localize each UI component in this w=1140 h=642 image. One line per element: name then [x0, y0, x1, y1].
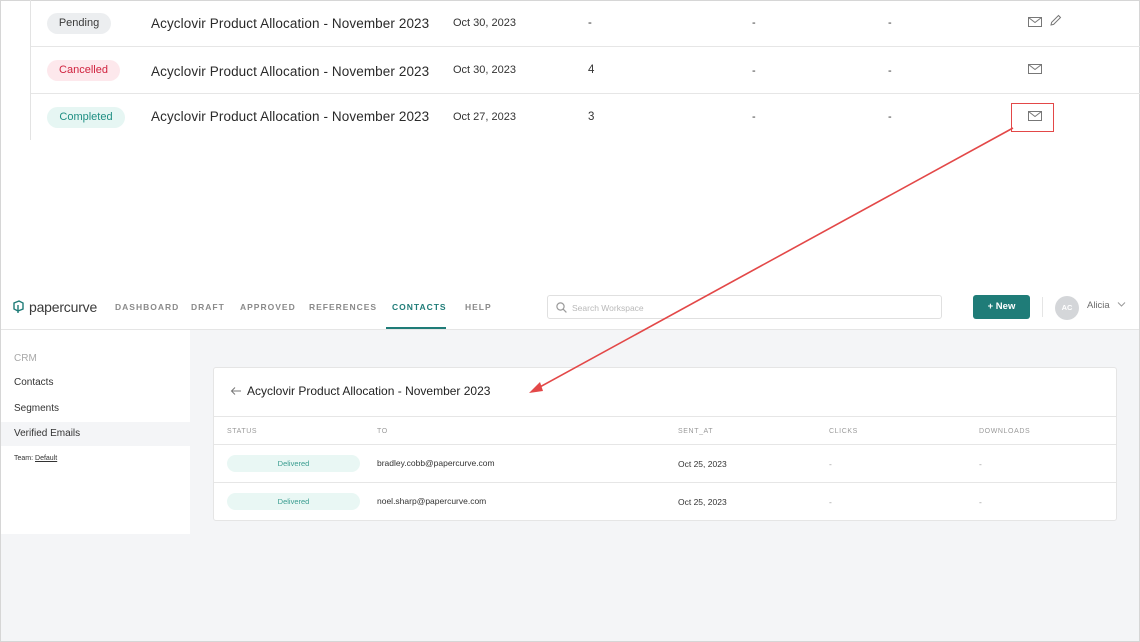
nav-references[interactable]: REFERENCES	[309, 302, 377, 312]
clicks-value: -	[829, 497, 832, 507]
sidebar-item-segments[interactable]: Segments	[1, 397, 190, 421]
document-date: Oct 27, 2023	[453, 111, 516, 123]
nav-approved[interactable]: APPROVED	[240, 302, 296, 312]
column-header-clicks: CLICKS	[829, 428, 858, 435]
logo-icon	[13, 300, 24, 313]
downloads-value: -	[979, 497, 982, 507]
table-cell: -	[752, 65, 756, 77]
sent-at: Oct 25, 2023	[678, 459, 727, 469]
document-name[interactable]: Acyclovir Product Allocation - November …	[151, 16, 429, 31]
column-header-sent-at: SENT_AT	[678, 428, 714, 435]
clicks-value: -	[829, 459, 832, 469]
divider	[214, 416, 1116, 417]
logo-text: papercurve	[29, 299, 98, 315]
status-badge: Pending	[47, 13, 111, 34]
delivered-badge: Delivered	[227, 455, 360, 472]
nav-dashboard[interactable]: DASHBOARD	[115, 302, 179, 312]
column-header-to: TO	[377, 428, 388, 435]
mail-icon[interactable]	[1028, 64, 1042, 74]
team-label: Team:	[14, 455, 34, 462]
new-button[interactable]: + New	[973, 295, 1030, 319]
email-detail-card: Acyclovir Product Allocation - November …	[213, 367, 1117, 521]
highlight-box	[1011, 103, 1054, 132]
divider	[214, 444, 1116, 445]
search-input[interactable]	[572, 300, 932, 316]
recipient-count: 4	[588, 64, 595, 76]
app-header: papercurve DASHBOARD DRAFT APPROVED REFE…	[1, 285, 1139, 330]
recipient-email: noel.sharp@papercurve.com	[377, 496, 487, 506]
column-header-downloads: DOWNLOADS	[979, 428, 1031, 435]
recipient-count: -	[588, 17, 592, 29]
team-link[interactable]: Default	[35, 455, 57, 462]
table-row[interactable]: Cancelled Acyclovir Product Allocation -…	[31, 47, 1140, 94]
app-body: CRM Contacts Segments Verified Emails Te…	[1, 330, 1139, 641]
document-date: Oct 30, 2023	[453, 17, 516, 29]
search-icon	[556, 302, 567, 313]
sidebar-item-verified-emails[interactable]: Verified Emails	[1, 422, 190, 446]
status-badge: Completed	[47, 107, 125, 128]
table-cell: -	[888, 111, 892, 123]
pencil-icon[interactable]	[1049, 14, 1062, 27]
recipient-email: bradley.cobb@papercurve.com	[377, 458, 495, 468]
nav-contacts[interactable]: CONTACTS	[392, 302, 447, 312]
status-badge: Cancelled	[47, 60, 120, 81]
sent-at: Oct 25, 2023	[678, 497, 727, 507]
page-title: Acyclovir Product Allocation - November …	[247, 384, 491, 398]
table-row[interactable]: Completed Acyclovir Product Allocation -…	[31, 94, 1140, 141]
sidebar: CRM Contacts Segments Verified Emails Te…	[1, 330, 190, 534]
recipient-count: 3	[588, 111, 595, 123]
nav-help[interactable]: HELP	[465, 302, 492, 312]
document-name[interactable]: Acyclovir Product Allocation - November …	[151, 109, 429, 124]
user-name[interactable]: Alicia	[1087, 300, 1110, 311]
downloads-value: -	[979, 459, 982, 469]
table-cell: -	[888, 17, 892, 29]
sidebar-heading: CRM	[14, 353, 37, 364]
documents-table: Pending Acyclovir Product Allocation - N…	[30, 0, 1140, 140]
divider	[1042, 297, 1043, 317]
chevron-down-icon[interactable]	[1117, 301, 1126, 308]
search-box[interactable]	[547, 295, 942, 319]
table-cell: -	[752, 111, 756, 123]
table-row[interactable]: Pending Acyclovir Product Allocation - N…	[31, 0, 1140, 47]
back-arrow-icon[interactable]	[230, 386, 242, 396]
document-name[interactable]: Acyclovir Product Allocation - November …	[151, 64, 429, 79]
divider	[214, 482, 1116, 483]
papercurve-logo[interactable]: papercurve	[13, 299, 97, 315]
team-selector: Team: Default	[14, 455, 57, 462]
mail-icon[interactable]	[1028, 17, 1042, 27]
delivered-badge: Delivered	[227, 493, 360, 510]
document-date: Oct 30, 2023	[453, 64, 516, 76]
active-tab-indicator	[386, 327, 446, 329]
column-header-status: STATUS	[227, 428, 258, 435]
avatar[interactable]: AC	[1055, 296, 1079, 320]
sidebar-item-contacts[interactable]: Contacts	[1, 371, 190, 395]
table-cell: -	[752, 17, 756, 29]
table-cell: -	[888, 65, 892, 77]
nav-draft[interactable]: DRAFT	[191, 302, 225, 312]
